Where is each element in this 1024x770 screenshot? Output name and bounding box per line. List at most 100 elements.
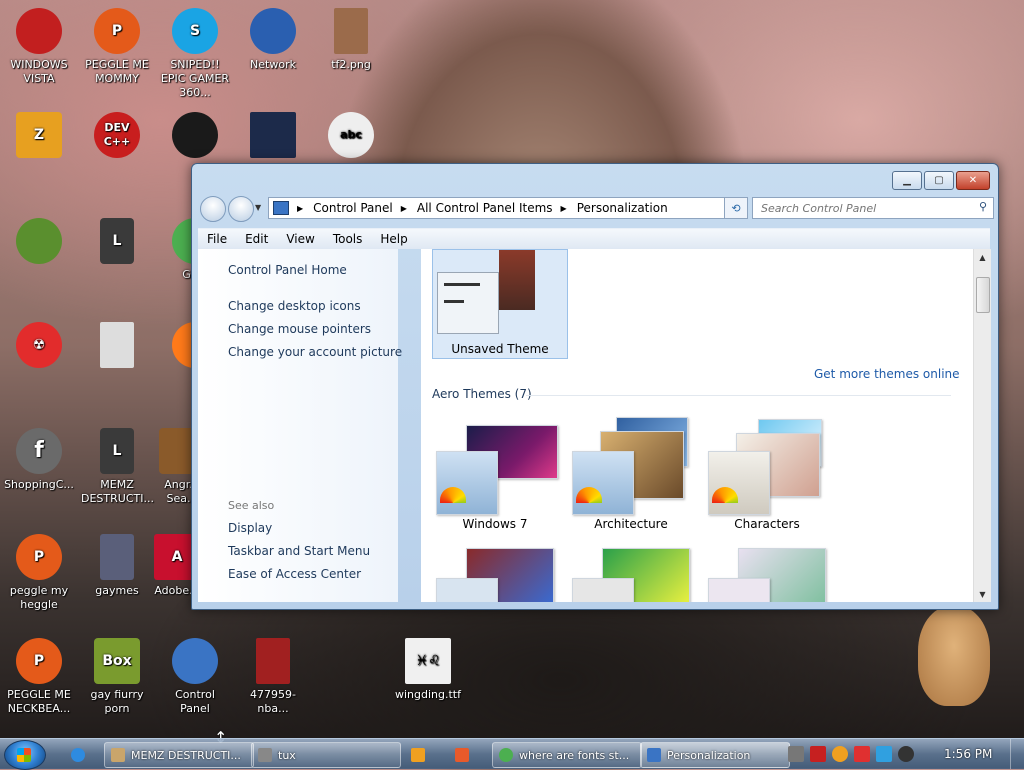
display-link[interactable]: Display xyxy=(228,521,272,535)
desktop-icon-tux-abc[interactable]: abc xyxy=(315,112,387,162)
theme-wallpaper-preview xyxy=(499,250,535,310)
media-player-icon xyxy=(411,748,425,762)
taskbar-item-label: tux xyxy=(278,748,296,762)
change-mouse-pointers-link[interactable]: Change mouse pointers xyxy=(228,322,371,336)
get-more-themes-link[interactable]: Get more themes online xyxy=(814,367,960,381)
window-color-card xyxy=(436,451,498,515)
desktop-icon-peggle-my-heggle[interactable]: Ppeggle my heggle xyxy=(3,534,75,612)
search-icon[interactable]: ⚲ xyxy=(979,200,987,213)
search-box[interactable]: ⚲ xyxy=(752,197,994,219)
ie-quicklaunch[interactable] xyxy=(60,742,108,768)
monitor-icon xyxy=(250,112,296,158)
theme-row2-1[interactable] xyxy=(430,544,560,602)
change-account-picture-link[interactable]: Change your account picture xyxy=(228,345,402,359)
taskbar-item-tux[interactable]: tux xyxy=(251,742,401,768)
theme-row2-3[interactable] xyxy=(702,544,832,602)
change-desktop-icons-link[interactable]: Change desktop icons xyxy=(228,299,361,313)
tray-app-icon[interactable] xyxy=(810,746,826,762)
aero-themes-header: Aero Themes (7) xyxy=(432,387,532,401)
peggle-icon: P xyxy=(94,8,140,54)
tray-network-icon[interactable] xyxy=(876,746,892,762)
breadcrumb-chevron-icon[interactable]: ▶ xyxy=(401,204,407,213)
desktop-icon-peggle-me-mommy[interactable]: P PEGGLE ME MOMMY xyxy=(81,8,153,86)
theme-row2-2[interactable] xyxy=(566,544,696,602)
text-file-icon xyxy=(100,322,134,368)
menu-view[interactable]: View xyxy=(277,232,323,246)
desktop-icon-gay-fiurry-porn[interactable]: Box gay fiurry porn xyxy=(81,638,153,716)
control-panel-icon xyxy=(647,748,661,762)
desktop-icon-windows-vista[interactable]: WINDOWS VISTA xyxy=(3,8,75,86)
see-also-heading: See also xyxy=(228,499,275,512)
desktop-icon-shoppingc[interactable]: f ShoppingC... xyxy=(3,428,75,492)
address-bar[interactable]: ▶ Control Panel ▶ All Control Panel Item… xyxy=(268,197,740,219)
desktop-icon-nba[interactable]: 477959-nba... xyxy=(237,638,309,716)
scroll-down-icon[interactable]: ▼ xyxy=(974,586,991,602)
scroll-thumb[interactable] xyxy=(976,277,990,313)
task-pane: Control Panel Home Change desktop icons … xyxy=(198,249,402,602)
theme-label: Unsaved Theme xyxy=(451,342,549,356)
menu-file[interactable]: File xyxy=(198,232,236,246)
desktop-icon-app-3[interactable] xyxy=(237,112,309,162)
desktop-icon-memz[interactable]: L MEMZ DESTRUCTI... xyxy=(81,428,154,506)
media-player-quicklaunch[interactable] xyxy=(404,742,442,768)
control-panel-home-link[interactable]: Control Panel Home xyxy=(228,263,347,277)
desktop-icon-skype[interactable]: S SNIPED!! EPIC GAMER 360... xyxy=(159,8,231,100)
clock[interactable]: 1:56 PM xyxy=(944,747,992,761)
tray-volume-icon[interactable] xyxy=(898,746,914,762)
maximize-button[interactable]: ▢ xyxy=(924,171,954,190)
minimize-button[interactable]: ▁ xyxy=(892,171,922,190)
breadcrumb-personalization[interactable]: Personalization xyxy=(577,201,668,215)
skype-icon: S xyxy=(172,8,218,54)
desktop-icon-dev-cpp[interactable]: DEV C++ xyxy=(81,112,153,162)
taskbar-item-label: MEMZ DESTRUCTI... xyxy=(131,748,241,762)
devcpp-icon: DEV C++ xyxy=(94,112,140,158)
desktop-icon-app-1[interactable]: Z xyxy=(3,112,75,162)
window-color-card xyxy=(572,451,634,515)
forward-button[interactable] xyxy=(228,196,254,222)
refresh-button[interactable]: ⟲ xyxy=(724,197,748,219)
taskbar-start-menu-link[interactable]: Taskbar and Start Menu xyxy=(228,544,370,558)
desktop-icon-tf2-png[interactable]: tf2.png xyxy=(315,8,387,72)
theme-characters[interactable]: Characters xyxy=(702,419,832,531)
taskbar-item-memz[interactable]: MEMZ DESTRUCTI... xyxy=(104,742,254,768)
desktop-icon-plants[interactable] xyxy=(3,218,75,268)
ease-of-access-link[interactable]: Ease of Access Center xyxy=(228,567,361,581)
desktop-icon-network[interactable]: Network xyxy=(237,8,309,72)
menu-tools[interactable]: Tools xyxy=(324,232,372,246)
breadcrumb-chevron-icon[interactable]: ▶ xyxy=(561,204,567,213)
menu-help[interactable]: Help xyxy=(371,232,416,246)
scroll-up-icon[interactable]: ▲ xyxy=(974,249,991,265)
desktop-icon-app-4[interactable]: L xyxy=(81,218,153,268)
vertical-scrollbar[interactable]: ▲ ▼ xyxy=(973,249,991,602)
tray-search-icon[interactable] xyxy=(832,746,848,762)
desktop-icon-radiation[interactable]: ☢ xyxy=(3,322,75,372)
tray-app-icon[interactable] xyxy=(788,746,804,762)
taskbar-item-personalization[interactable]: Personalization xyxy=(640,742,790,768)
show-desktop-button[interactable] xyxy=(1010,739,1024,769)
desktop-icon-text-file[interactable] xyxy=(81,322,153,372)
back-button[interactable] xyxy=(200,196,226,222)
desktop-icon-wingding-ttf[interactable]: ♓♌ wingding.ttf xyxy=(392,638,464,702)
desktop-icon-control-panel[interactable]: Control Panel xyxy=(159,638,231,716)
control-panel-icon xyxy=(273,201,289,215)
search-input[interactable] xyxy=(759,198,973,218)
breadcrumb-all-control-panel-items[interactable]: All Control Panel Items xyxy=(417,201,553,215)
menu-edit[interactable]: Edit xyxy=(236,232,277,246)
window-color-card xyxy=(572,578,634,602)
close-button[interactable]: ✕ xyxy=(956,171,990,190)
taskbar-item-chrome[interactable]: where are fonts st... xyxy=(492,742,642,768)
start-button[interactable] xyxy=(4,740,46,770)
theme-label: Windows 7 xyxy=(462,517,528,531)
tray-flag-icon[interactable] xyxy=(854,746,870,762)
quicklaunch-app[interactable] xyxy=(448,742,486,768)
theme-architecture[interactable]: Architecture xyxy=(566,417,696,531)
desktop-icon-gaymes[interactable]: gaymes xyxy=(81,534,153,598)
breadcrumb-control-panel[interactable]: Control Panel xyxy=(313,201,393,215)
hamster-mascot xyxy=(918,606,990,706)
theme-windows-7[interactable]: Windows 7 xyxy=(430,421,560,531)
desktop-icon-app-2[interactable] xyxy=(159,112,231,162)
desktop-icon-peggle-me-neckbea[interactable]: P PEGGLE ME NECKBEA... xyxy=(3,638,75,716)
taskbar-item-label: Personalization xyxy=(667,748,751,762)
recent-pages-chevron-icon[interactable]: ▼ xyxy=(255,203,261,212)
theme-unsaved[interactable]: Unsaved Theme xyxy=(432,249,568,359)
